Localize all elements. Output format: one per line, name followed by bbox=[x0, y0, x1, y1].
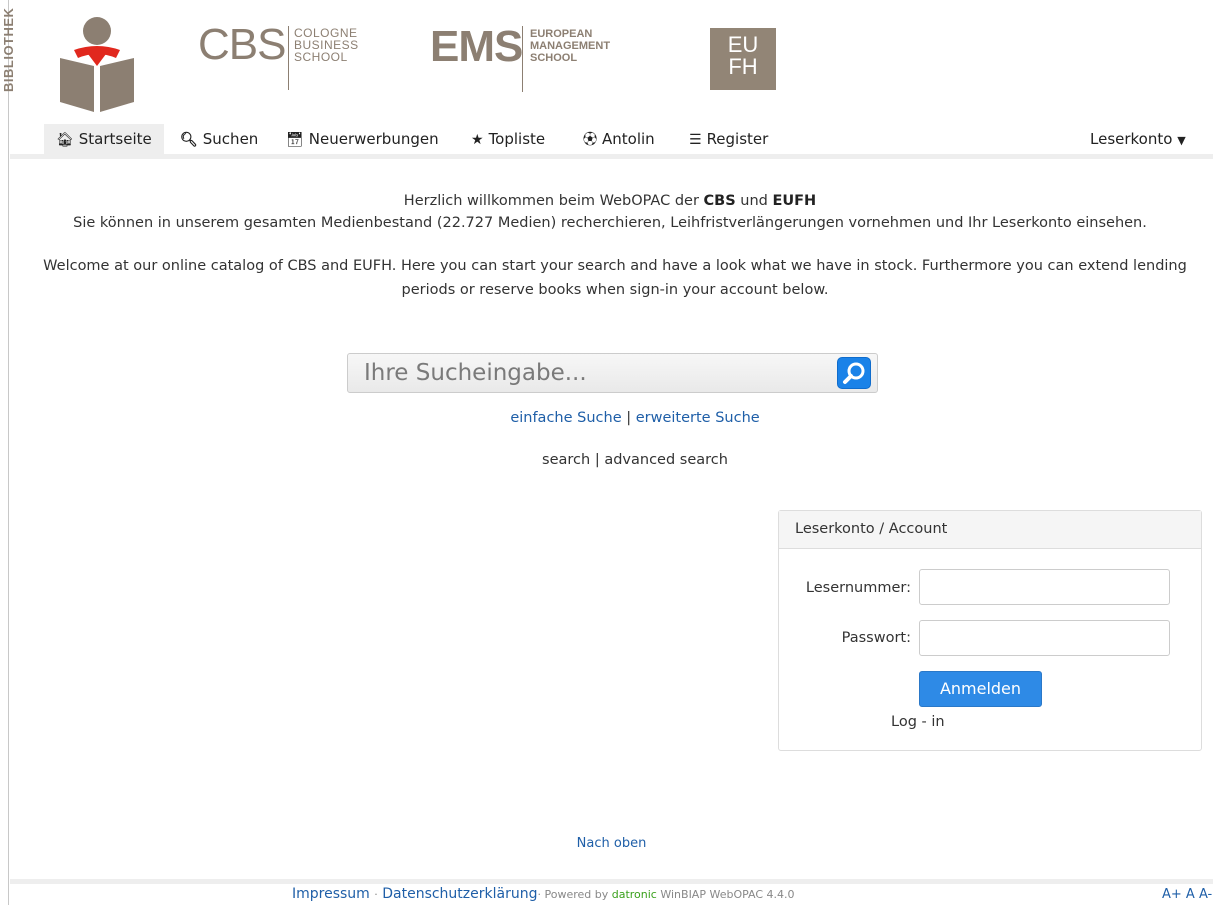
ems-line1: EUROPEAN bbox=[530, 28, 593, 40]
search-icon: 🔍︎ bbox=[180, 132, 198, 148]
eufh-line1: EU bbox=[727, 32, 759, 57]
left-border-line bbox=[8, 0, 9, 905]
caret-down-icon: ▼ bbox=[1177, 134, 1186, 147]
welcome-cbs: CBS bbox=[703, 193, 736, 209]
login-panel: Leserkonto / Account Lesernummer: Passwo… bbox=[778, 510, 1202, 751]
welcome-text-de: Herzlich willkommen beim WebOPAC der CBS… bbox=[10, 190, 1210, 234]
login-panel-title: Leserkonto / Account bbox=[795, 521, 948, 537]
search-box bbox=[347, 353, 878, 393]
footer: Impressum · Datenschutzerklärung· Powere… bbox=[292, 886, 795, 902]
welcome-line1-pre: Herzlich willkommen beim WebOPAC der bbox=[403, 193, 704, 209]
magnifier-icon bbox=[843, 362, 865, 384]
search-links-de: einfache Suche | erweiterte Suche bbox=[10, 410, 1213, 426]
link-separator: | bbox=[626, 410, 632, 426]
nav-divider bbox=[10, 154, 1213, 159]
link-separator-en: | bbox=[594, 452, 600, 468]
password-label: Passwort: bbox=[841, 630, 911, 646]
nav-startseite-label: Startseite bbox=[78, 130, 152, 148]
search-link-en[interactable]: search bbox=[542, 452, 590, 468]
star-icon: ★ bbox=[471, 132, 484, 148]
simple-search-link[interactable]: einfache Suche bbox=[510, 410, 621, 426]
nav-neuerwerbungen[interactable]: 📅︎ Neuerwerbungen bbox=[274, 124, 451, 154]
nav-topliste[interactable]: ★ Topliste bbox=[459, 124, 557, 154]
soccer-ball-icon: ⚽︎ bbox=[583, 132, 597, 148]
list-icon: ☰ bbox=[689, 132, 702, 148]
search-button[interactable] bbox=[837, 357, 871, 389]
impressum-link[interactable]: Impressum bbox=[292, 886, 370, 902]
welcome-text-en: Welcome at our online catalog of CBS and… bbox=[43, 258, 1187, 298]
ems-line3: SCHOOL bbox=[530, 52, 578, 64]
search-input[interactable] bbox=[348, 354, 828, 392]
welcome-eufh: EUFH bbox=[772, 193, 817, 209]
welcome-line1: Herzlich willkommen beim WebOPAC der CBS… bbox=[10, 190, 1210, 212]
main-navbar: 🏠︎ Startseite 🔍︎ Suchen 📅︎ Neuerwerbungen ★… bbox=[44, 124, 1204, 154]
bibliothek-label: BIBLIOTHEK bbox=[1, 8, 16, 93]
footer-divider bbox=[10, 879, 1213, 884]
login-panel-header: Leserkonto / Account bbox=[779, 511, 1201, 549]
nav-neuerwerbungen-label: Neuerwerbungen bbox=[308, 130, 439, 148]
nav-antolin-label: Antolin bbox=[602, 130, 655, 148]
eufh-logo-text: EU FH bbox=[710, 34, 776, 78]
eufh-line2: FH bbox=[728, 54, 758, 79]
ems-line2: MANAGEMENT bbox=[530, 40, 611, 52]
ems-logo: EMS EUROPEAN MANAGEMENT SCHOOL bbox=[430, 24, 650, 94]
cbs-logo-subtext: COLOGNE BUSINESS SCHOOL bbox=[294, 27, 359, 63]
welcome-line2: Sie können in unserem gesamten Medienbes… bbox=[73, 215, 1147, 231]
font-size-controls[interactable]: A+ A A- bbox=[1162, 887, 1212, 902]
nav-register[interactable]: ☰ Register bbox=[677, 124, 780, 154]
cbs-logo-divider bbox=[288, 26, 289, 90]
library-reader-logo bbox=[60, 17, 134, 112]
datronic-link[interactable]: datronic bbox=[612, 888, 657, 901]
powered-by-text: · Powered by bbox=[537, 888, 612, 901]
ems-logo-subtext: EUROPEAN MANAGEMENT SCHOOL bbox=[530, 28, 610, 64]
reader-number-label: Lesernummer: bbox=[805, 580, 911, 596]
nav-register-label: Register bbox=[706, 130, 769, 148]
nav-leserkonto-dropdown[interactable]: Leserkonto ▼ bbox=[1078, 124, 1198, 154]
welcome-line1-mid: und bbox=[735, 193, 773, 209]
advanced-search-link-en[interactable]: advanced search bbox=[604, 452, 728, 468]
nav-startseite[interactable]: 🏠︎ Startseite bbox=[44, 124, 164, 154]
advanced-search-link[interactable]: erweiterte Suche bbox=[636, 410, 760, 426]
version-text: WinBIAP WebOPAC 4.4.0 bbox=[656, 888, 795, 901]
cbs-logo-text: CBS bbox=[198, 20, 286, 69]
cbs-line3: SCHOOL bbox=[294, 50, 348, 64]
search-links-en: search | advanced search bbox=[10, 452, 1213, 468]
ems-logo-divider bbox=[522, 26, 523, 92]
back-to-top: Nach oben bbox=[10, 836, 1213, 851]
login-button[interactable]: Anmelden bbox=[919, 671, 1042, 707]
back-to-top-link[interactable]: Nach oben bbox=[577, 836, 647, 851]
nav-suchen[interactable]: 🔍︎ Suchen bbox=[168, 124, 270, 154]
reader-number-field[interactable] bbox=[919, 569, 1170, 605]
ems-logo-text: EMS bbox=[430, 22, 523, 71]
nav-antolin[interactable]: ⚽︎ Antolin bbox=[571, 124, 667, 154]
eufh-logo: EU FH bbox=[710, 28, 776, 90]
calendar-icon: 📅︎ bbox=[286, 132, 304, 148]
footer-dot: · bbox=[374, 888, 378, 901]
login-en-label: Log - in bbox=[891, 714, 945, 730]
password-field[interactable] bbox=[919, 620, 1170, 656]
nav-topliste-label: Topliste bbox=[488, 130, 546, 148]
home-icon: 🏠︎ bbox=[56, 132, 74, 148]
cbs-logo: CBS COLOGNE BUSINESS SCHOOL bbox=[198, 22, 388, 92]
privacy-link[interactable]: Datenschutzerklärung bbox=[382, 886, 537, 902]
nav-leserkonto-label: Leserkonto bbox=[1090, 130, 1173, 148]
nav-suchen-label: Suchen bbox=[202, 130, 259, 148]
